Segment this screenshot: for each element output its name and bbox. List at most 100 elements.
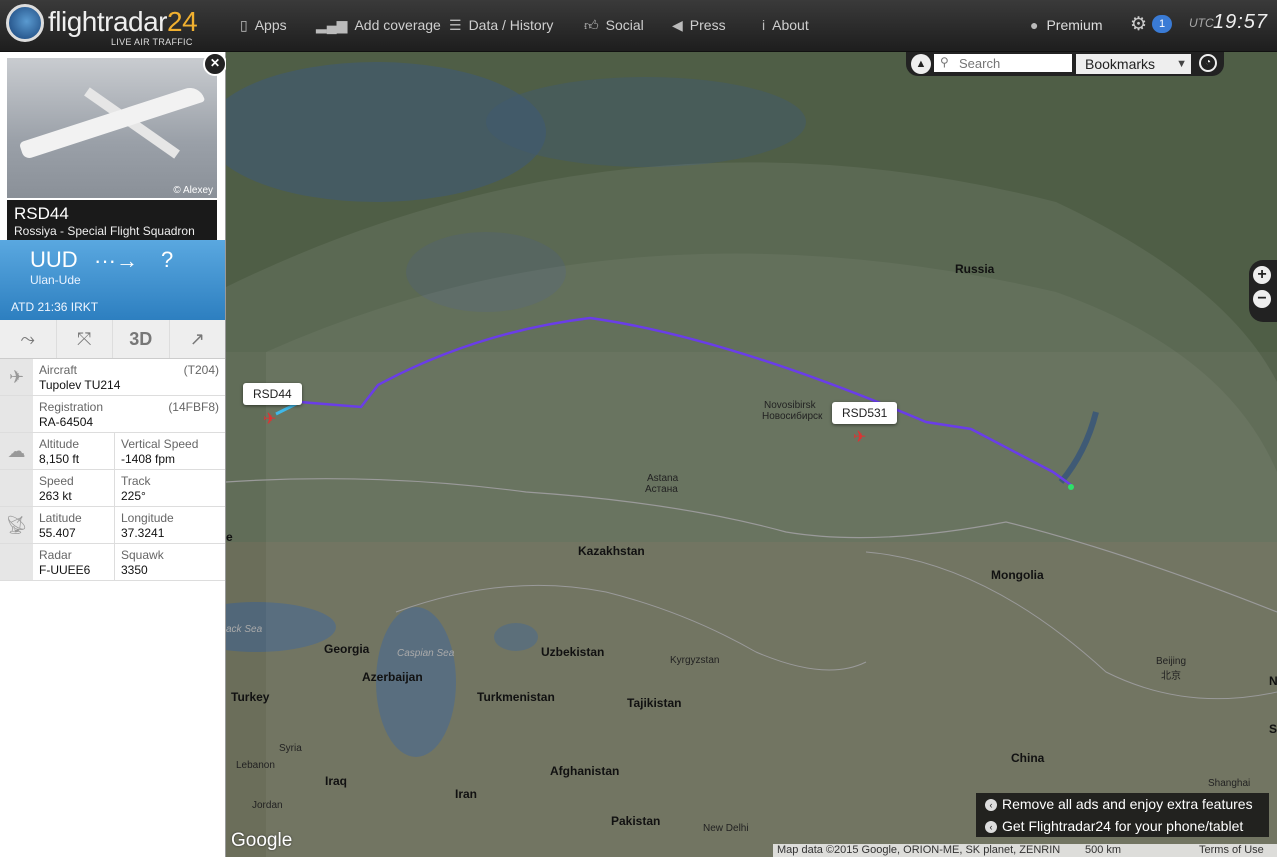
- promo-box: ‹ Remove all ads and enjoy extra features…: [976, 793, 1269, 837]
- label-novosibirsk: Novosibirsk: [764, 400, 816, 411]
- zoom-out-icon[interactable]: −: [1253, 290, 1271, 308]
- label-azerbaijan: Azerbaijan: [362, 670, 423, 684]
- radar-label: Radar: [39, 548, 72, 562]
- label-caspian-sea: Caspian Sea: [397, 648, 455, 659]
- label-edge-s: S: [1269, 722, 1277, 736]
- registration-label: Registration: [39, 400, 104, 414]
- speed-side: [0, 470, 33, 506]
- collapse-icon[interactable]: ⤧: [57, 320, 113, 358]
- squawk-label: Squawk: [121, 548, 164, 562]
- label-lebanon: Lebanon: [236, 760, 275, 771]
- view-3d-button[interactable]: 3D: [113, 320, 170, 358]
- google-logo: Google: [231, 830, 293, 851]
- detail-row-altitude: ☁ Altitude 8,150 ft Vertical Speed -1408 f…: [0, 433, 225, 470]
- flightradar24-logo[interactable]: flightradar24 LIVE AIR TRAFFIC: [6, 4, 198, 48]
- label-china: China: [1011, 751, 1045, 765]
- radar-logo-icon: [6, 4, 44, 42]
- label-new-delhi: New Delhi: [703, 823, 749, 834]
- search-input[interactable]: [934, 54, 1072, 72]
- search-bar: ▲ ⚲ Bookmarks ▼ ◔: [906, 52, 1224, 76]
- speed-value: 263 kt: [39, 489, 72, 503]
- longitude-value: 37.3241: [121, 526, 165, 540]
- map-water-north-2: [486, 77, 806, 167]
- brand-number: 24: [167, 6, 198, 37]
- gear-icon[interactable]: ⚙: [1130, 13, 1147, 36]
- aircraft-cell: Aircraft Tupolev TU214: [39, 363, 120, 392]
- altitude-label: Altitude: [39, 437, 80, 451]
- latitude-value: 55.407: [39, 526, 76, 540]
- database-icon: ☰: [449, 16, 462, 33]
- thumbs-up-icon: 👍︎: [584, 16, 599, 33]
- map-coverage-ring-inner: [266, 253, 1277, 857]
- label-black-sea: ack Sea: [226, 624, 263, 635]
- route-icon[interactable]: ⤳: [0, 320, 57, 358]
- cell-divider: [114, 433, 115, 469]
- chevron-up-icon[interactable]: ▲: [911, 54, 931, 74]
- nav-social-label: Social: [605, 17, 644, 33]
- zoom-controls: + −: [1249, 260, 1277, 322]
- flight-info-panel: © Alexey RSD44 Rossiya - Special Flight …: [0, 52, 226, 857]
- cell-divider: [114, 470, 115, 506]
- close-icon[interactable]: ✕: [203, 52, 227, 76]
- nav-social[interactable]: 👍︎ Social: [584, 0, 644, 50]
- brand-tagline: LIVE AIR TRAFFIC: [111, 37, 193, 47]
- bookmarks-dropdown[interactable]: Bookmarks ▼: [1076, 54, 1191, 74]
- label-pakistan: Pakistan: [611, 814, 661, 828]
- track-value: 225°: [121, 489, 146, 503]
- cloud-icon: ☁: [0, 433, 33, 469]
- label-edge-e: e: [226, 530, 233, 544]
- detail-row-radar: Radar F-UUEE6 Squawk 3350: [0, 544, 225, 581]
- remove-ads-link[interactable]: ‹ Remove all ads and enjoy extra features: [985, 796, 1253, 812]
- terms-of-use-link[interactable]: Terms of Use: [1199, 844, 1264, 857]
- share-icon[interactable]: ↗: [170, 320, 226, 358]
- label-turkmenistan: Turkmenistan: [477, 690, 555, 704]
- nav-data-history[interactable]: ☰ Data / History: [449, 0, 553, 50]
- flight-origin-marker: [1068, 484, 1074, 490]
- nav-add-coverage[interactable]: ▂▄▆ Add coverage: [316, 0, 441, 50]
- megaphone-icon: ◀: [672, 16, 683, 33]
- longitude-label: Longitude: [121, 511, 174, 525]
- premium-label: Premium: [1046, 17, 1103, 33]
- nav-about[interactable]: i About: [762, 0, 809, 50]
- settings-notification-badge: 1: [1152, 15, 1172, 33]
- latitude-cell: Latitude 55.407: [39, 511, 82, 540]
- clock-icon[interactable]: ◔: [1199, 54, 1217, 72]
- aircraft-label: Aircraft: [39, 363, 78, 377]
- top-navigation-bar: flightradar24 LIVE AIR TRAFFIC ▯ Apps ▂▄▆…: [0, 0, 1277, 52]
- cell-divider: [114, 544, 115, 580]
- label-iran: Iran: [455, 787, 478, 801]
- airplane-icon[interactable]: ✈: [263, 409, 276, 429]
- get-app-label: Get Flightradar24 for your phone/tablet: [1002, 818, 1244, 834]
- chevron-left-icon: ‹: [985, 799, 997, 811]
- label-syria: Syria: [279, 743, 302, 754]
- get-app-link[interactable]: ‹ Get Flightradar24 for your phone/tablet: [985, 818, 1243, 834]
- altitude-cell: Altitude 8,150 ft: [39, 437, 79, 466]
- zoom-in-icon[interactable]: +: [1253, 266, 1271, 284]
- label-astana: Astana: [647, 473, 679, 484]
- airplane-icon[interactable]: ✈: [853, 427, 866, 447]
- route-box: UUD Ulan-Ude ···→ ? ATD 21:36 IRKT: [0, 240, 225, 320]
- nav-press[interactable]: ◀ Press: [672, 0, 726, 50]
- actual-departure-time: ATD 21:36 IRKT: [11, 300, 99, 314]
- nav-about-label: About: [772, 17, 809, 33]
- detail-row-aircraft: ✈ Aircraft Tupolev TU214 (T204): [0, 359, 225, 396]
- premium-button[interactable]: ● Premium: [1030, 0, 1102, 50]
- registration-code: (14FBF8): [168, 400, 219, 414]
- flight-label-rsd531[interactable]: RSD531: [832, 402, 898, 424]
- squawk-value: 3350: [121, 563, 148, 577]
- flight-callsign: RSD44: [14, 204, 69, 223]
- altitude-value: 8,150 ft: [39, 452, 80, 466]
- chevron-left-icon: ‹: [985, 821, 997, 833]
- squawk-cell: Squawk 3350: [121, 548, 164, 577]
- nav-add-coverage-label: Add coverage: [354, 17, 441, 33]
- flight-label-rsd44[interactable]: RSD44: [243, 383, 302, 405]
- flight-map[interactable]: Russia Kazakhstan Mongolia Uzbekistan Tu…: [226, 52, 1277, 857]
- photo-credit: © Alexey: [173, 185, 213, 196]
- detail-row-registration: Registration RA-64504 (14FBF8): [0, 396, 225, 433]
- nav-apps[interactable]: ▯ Apps: [240, 0, 287, 50]
- origin-code[interactable]: UUD: [30, 247, 78, 273]
- satellite-dish-icon: 📡︎: [0, 507, 33, 543]
- aircraft-photo[interactable]: © Alexey: [7, 58, 217, 198]
- longitude-cell: Longitude 37.3241: [121, 511, 174, 540]
- nav-press-label: Press: [689, 17, 726, 33]
